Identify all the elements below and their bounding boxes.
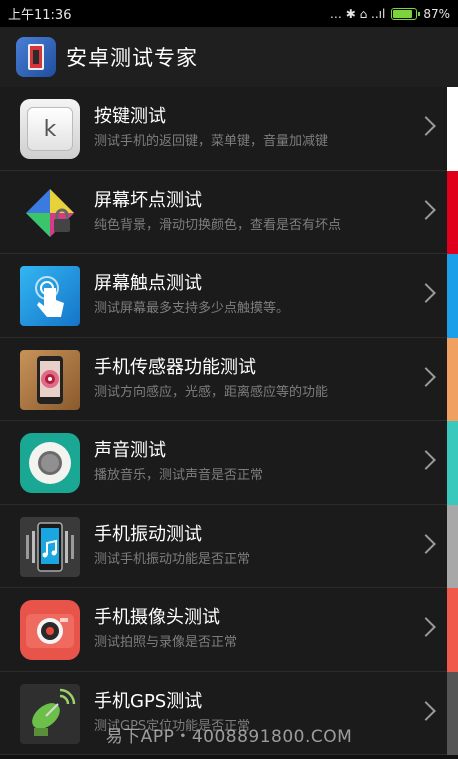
key-label: k [27,107,73,151]
chevron-right-icon [416,116,436,136]
battery-percent: 87% [423,6,450,21]
chevron-right-icon [416,199,436,220]
list-item-camera-test[interactable]: 手机摄像头测试 测试拍照与录像是否正常 [0,588,447,672]
color-bar [447,87,458,171]
item-desc: 测试手机振动功能是否正常 [94,551,251,567]
color-bar [447,588,458,672]
color-bar [447,504,458,588]
color-diamond-lock-icon [20,183,80,243]
list-item-dead-pixel-test[interactable]: 屏幕坏点测试 纯色背景，滑动切换颜色，查看是否有坏点 [0,170,447,254]
color-bar [447,170,458,254]
keyboard-key-icon: k [20,99,80,159]
item-title: 手机振动测试 [94,523,202,545]
color-bar [447,254,458,338]
list-item-key-test[interactable]: k 按键测试 测试手机的返回键，菜单键，音量加减键 [0,87,447,171]
chevron-right-icon [416,366,436,387]
touch-hand-icon [20,266,80,326]
chevron-right-icon [416,617,436,637]
app-logo-icon [16,37,56,77]
item-desc: 纯色背景，滑动切换颜色，查看是否有坏点 [94,217,342,233]
watermark: 易下APP・4008891800.COM [105,727,353,747]
item-title: 屏幕触点测试 [94,273,202,294]
chevron-right-icon [416,450,436,470]
item-title: 手机传感器功能测试 [94,356,256,378]
item-desc: 测试屏幕最多支持多少点触摸等。 [94,301,290,316]
item-desc: 播放音乐，测试声音是否正常 [94,468,264,483]
item-title: 按键测试 [94,106,166,127]
item-desc: 测试方向感应，光感，距离感应等的功能 [94,384,329,400]
status-time: 上午11:36 [8,8,72,23]
color-bar [447,421,458,505]
item-title: 手机GPS测试 [94,690,203,712]
list-item-sensor-test[interactable]: 手机传感器功能测试 测试方向感应，光感，距离感应等的功能 [0,337,447,421]
sensor-phone-icon [20,349,80,410]
speaker-icon [20,433,80,493]
color-bar [447,337,458,421]
chevron-right-icon [416,283,436,303]
list-item-touch-test[interactable]: 屏幕触点测试 测试屏幕最多支持多少点触摸等。 [0,254,447,338]
app-bar: 安卓测试专家 [0,27,458,87]
item-desc: 测试拍照与录像是否正常 [94,635,238,650]
item-desc: 测试手机的返回键，菜单键，音量加减键 [94,134,329,149]
battery-fill [393,9,412,18]
battery-icon [391,7,421,20]
test-list: k 按键测试 测试手机的返回键，菜单键，音量加减键 屏幕坏点测试 纯色背景，滑动… [0,87,458,759]
status-indicators: … ✱ ⌂ ..ıl [329,6,386,21]
list-item-sound-test[interactable]: 声音测试 播放音乐，测试声音是否正常 [0,421,447,505]
item-title: 声音测试 [94,440,166,461]
status-icons: … ✱ ⌂ ..ıl 87% [330,7,450,21]
status-bar: 上午11:36 … ✱ ⌂ ..ıl 87% [0,0,458,27]
item-title: 屏幕坏点测试 [94,189,202,211]
list-item-vibration-test[interactable]: 手机振动测试 测试手机振动功能是否正常 [0,504,447,588]
camera-icon [20,600,80,660]
chevron-right-icon [416,533,436,554]
chevron-right-icon [416,700,436,721]
vibrate-phone-icon [20,516,80,577]
app-title: 安卓测试专家 [66,46,198,70]
item-title: 手机摄像头测试 [94,607,220,628]
